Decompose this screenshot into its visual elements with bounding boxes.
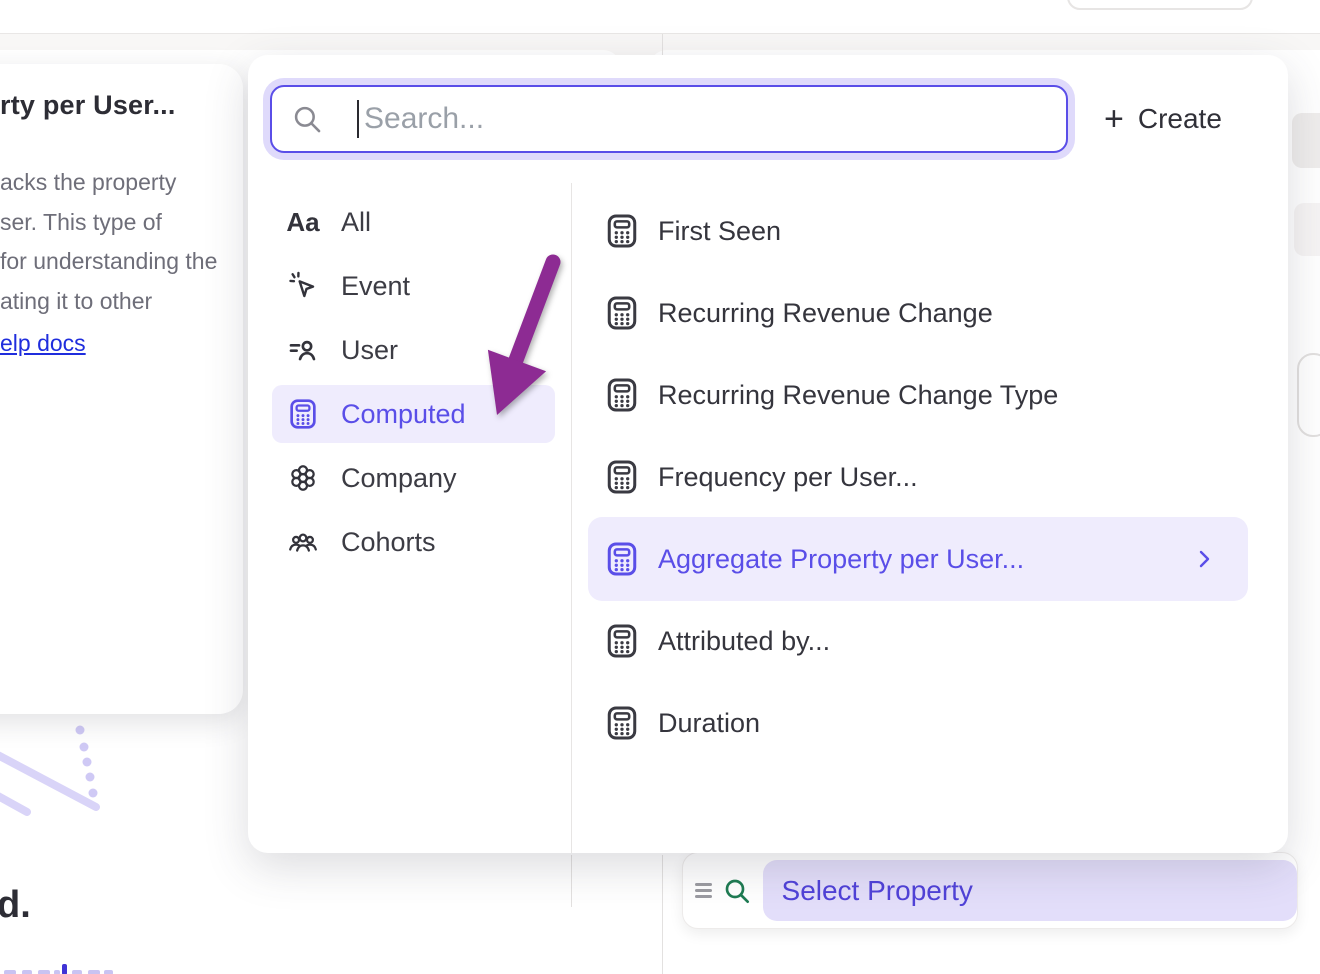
property-label: Attributed by... [658,626,830,657]
help-docs-link[interactable]: elp docs [0,330,86,357]
calculator-icon [604,623,640,659]
category-all[interactable]: Aa All [272,193,555,251]
category-label: User [341,335,398,366]
partial-heading: d. [0,884,31,927]
company-icon [285,462,321,494]
property-search-icon [721,875,753,907]
calculator-icon [604,295,640,331]
category-label: Event [341,271,410,302]
category-label: Company [341,463,457,494]
text-format-icon: Aa [285,207,321,238]
chevron-right-icon [1192,547,1216,571]
create-button-label: Create [1138,103,1222,135]
create-button[interactable]: + Create [1104,91,1222,147]
category-cohorts[interactable]: Cohorts [272,513,555,571]
category-company[interactable]: Company [272,449,555,507]
property-item-recurring-revenue-change[interactable]: Recurring Revenue Change [588,271,1248,355]
tooltip-body: acks the property ser. This type of for … [0,163,243,321]
property-label: Recurring Revenue Change Type [658,380,1058,411]
background-vertical-rule-bottom [662,855,663,974]
plus-icon: + [1104,102,1124,136]
property-label: First Seen [658,216,781,247]
tooltip-body-line: acks the property [0,163,243,203]
calculator-icon [604,541,640,577]
user-icon [285,334,321,366]
tooltip-title: rty per User... [0,90,243,121]
screen: d. rty per User... acks the property ser… [0,0,1320,974]
background-pill-partial [1067,0,1253,10]
calculator-icon [604,213,640,249]
tooltip-body-line: ating it to other [0,282,243,322]
text-cursor [357,100,359,138]
property-item-duration[interactable]: Duration [588,681,1248,765]
category-user[interactable]: User [272,321,555,379]
search-input[interactable] [270,85,1068,153]
property-label: Recurring Revenue Change [658,298,993,329]
category-label: Cohorts [341,527,436,558]
tooltip-body-line: ser. This type of [0,203,243,243]
select-property-button[interactable]: Select Property [763,860,1297,921]
property-selector-card: Select Property [682,852,1298,929]
calculator-icon [604,459,640,495]
calculator-icon [285,398,321,430]
property-picker-modal: + Create Aa All Event [248,55,1288,853]
clipped-link-fragment [4,966,124,974]
background-vertical-rule-top [662,34,663,57]
background-block-right-2 [1294,203,1320,256]
tooltip-body-line: for understanding the [0,242,243,282]
property-label: Aggregate Property per User... [658,544,1024,575]
category-computed[interactable]: Computed [272,385,555,443]
event-click-icon [285,270,321,302]
cohorts-icon [285,526,321,558]
drag-handle-icon[interactable] [695,883,712,898]
background-vertical-rule-short [571,855,572,907]
property-item-attributed-by[interactable]: Attributed by... [588,599,1248,683]
property-label: Duration [658,708,760,739]
search-field [270,85,1068,153]
property-tooltip: rty per User... acks the property ser. T… [0,64,243,714]
property-item-first-seen[interactable]: First Seen [588,189,1248,273]
category-label: Computed [341,399,466,430]
modal-column-divider [571,183,572,853]
background-block-right-1 [1292,113,1320,168]
category-label: All [341,207,371,238]
property-item-frequency-per-user[interactable]: Frequency per User... [588,435,1248,519]
select-property-label: Select Property [782,875,973,907]
property-item-recurring-revenue-change-type[interactable]: Recurring Revenue Change Type [588,353,1248,437]
property-item-aggregate-property-per-user[interactable]: Aggregate Property per User... [588,517,1248,601]
background-outlined-block-right [1297,353,1320,437]
property-label: Frequency per User... [658,462,918,493]
category-event[interactable]: Event [272,257,555,315]
calculator-icon [604,705,640,741]
calculator-icon [604,377,640,413]
